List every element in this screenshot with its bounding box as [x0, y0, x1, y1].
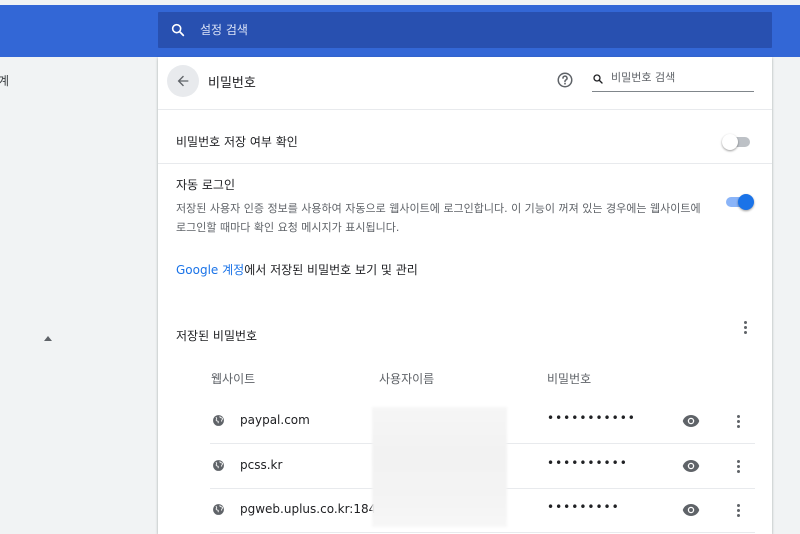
back-button[interactable]: [167, 65, 199, 97]
row-more-actions-icon[interactable]: [730, 502, 746, 518]
search-icon: [171, 23, 185, 37]
divider: [158, 163, 772, 164]
globe-icon: [213, 504, 224, 515]
column-header-website: 웹사이트: [211, 372, 256, 386]
page-title: 비밀번호: [208, 76, 256, 91]
column-header-password: 비밀번호: [547, 372, 592, 386]
help-icon[interactable]: [556, 71, 574, 89]
passwords-header: 비밀번호: [158, 57, 772, 110]
window-top-edge: [0, 0, 800, 5]
settings-search-input[interactable]: [198, 22, 742, 38]
offer-to-save-label: 비밀번호 저장 여부 확인: [176, 135, 298, 149]
username-redacted-area: [372, 407, 507, 527]
password-masked: •••••••••: [547, 500, 620, 514]
website-link[interactable]: paypal.com: [240, 413, 310, 427]
settings-search-box[interactable]: [158, 12, 772, 48]
passwords-card: 비밀번호 비밀번호 저장 여부 확인 자동 로그인 저장된 사용자 인증 정보를…: [158, 57, 772, 534]
auto-signin-description: 저장된 사용자 인증 정보를 사용하여 자동으로 웹사이트에 로그인합니다. 이…: [176, 202, 701, 234]
eye-icon[interactable]: [682, 503, 700, 517]
auto-signin-row: 자동 로그인 저장된 사용자 인증 정보를 사용하여 자동으로 웹사이트에 로그…: [176, 176, 754, 237]
row-more-actions-icon[interactable]: [730, 458, 746, 474]
password-masked: •••••••••••: [547, 411, 636, 425]
website-link[interactable]: pcss.kr: [240, 458, 282, 472]
google-account-link[interactable]: Google 계정: [176, 263, 244, 277]
offer-to-save-toggle[interactable]: [722, 132, 752, 152]
eye-icon[interactable]: [682, 459, 700, 473]
eye-icon[interactable]: [682, 414, 700, 428]
google-account-row: Google 계정에서 저장된 비밀번호 보기 및 관리: [176, 261, 754, 278]
google-account-text: 에서 저장된 비밀번호 보기 및 관리: [244, 263, 418, 277]
globe-icon: [213, 460, 224, 471]
sidebar-partial-item[interactable]: 계: [0, 72, 9, 89]
saved-passwords-title: 저장된 비밀번호: [176, 329, 258, 343]
toggle-knob: [722, 134, 738, 150]
password-search-input[interactable]: [609, 70, 753, 85]
more-actions-icon[interactable]: [737, 319, 753, 335]
row-more-actions-icon[interactable]: [730, 413, 746, 429]
search-icon: [593, 74, 603, 84]
auto-signin-toggle[interactable]: [724, 192, 754, 212]
column-header-username: 사용자이름: [379, 372, 435, 386]
website-link[interactable]: pgweb.uplus.co.kr:18443: [240, 502, 392, 516]
toggle-knob: [738, 194, 754, 210]
offer-to-save-row: 비밀번호 저장 여부 확인: [176, 133, 754, 150]
password-masked: ••••••••••: [547, 456, 628, 470]
chevron-up-icon[interactable]: [44, 336, 52, 341]
globe-icon: [213, 415, 224, 426]
saved-passwords-heading: 저장된 비밀번호: [176, 327, 754, 344]
arrow-back-icon: [177, 75, 189, 87]
password-search[interactable]: [592, 69, 754, 92]
auto-signin-label: 자동 로그인: [176, 178, 236, 192]
